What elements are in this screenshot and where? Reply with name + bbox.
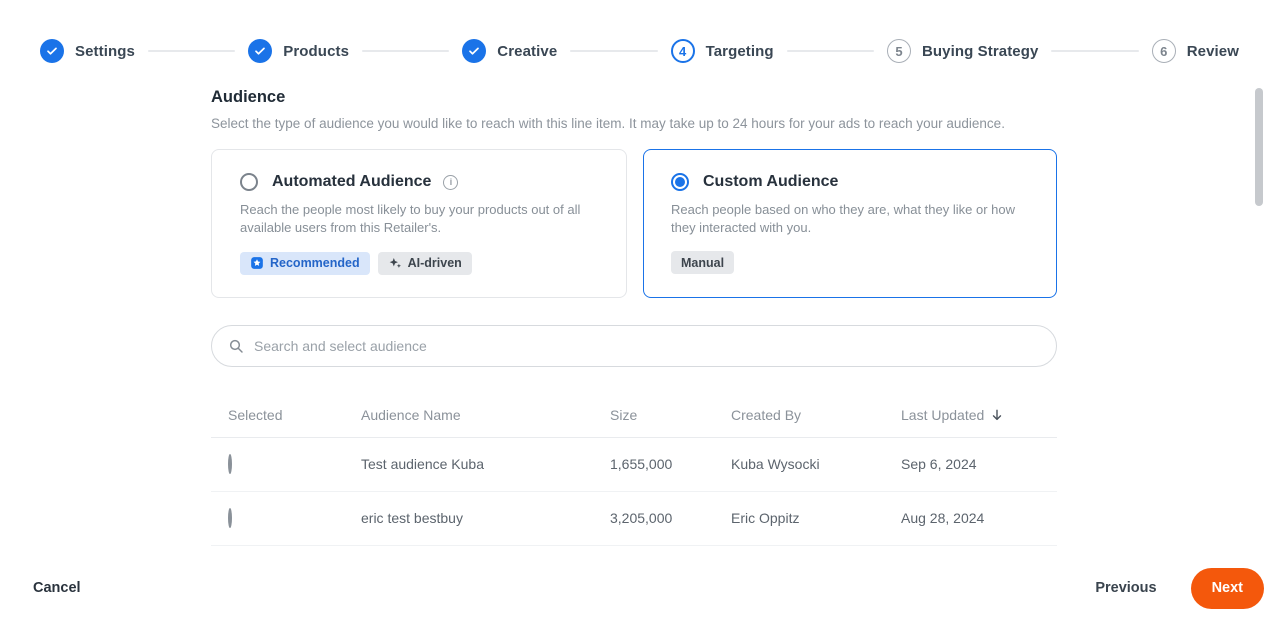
badge-label: Recommended: [270, 256, 360, 271]
vertical-scrollbar[interactable]: [1255, 88, 1263, 206]
step-complete-circle: [40, 39, 64, 63]
step-complete-circle: [462, 39, 487, 63]
column-header-name: Audience Name: [361, 406, 461, 423]
card-description: Reach the people most likely to buy your…: [240, 202, 581, 236]
row-select-radio[interactable]: [228, 454, 232, 475]
table-row[interactable]: eric test bestbuy 3,205,000 Eric Oppitz …: [211, 492, 1057, 546]
step-label: Creative: [497, 42, 558, 60]
step-current-circle: 4: [670, 39, 695, 63]
last-updated-cell: Aug 28, 2024: [901, 510, 985, 527]
column-header-last-updated[interactable]: Last Updated: [901, 407, 1057, 423]
step-upcoming-circle: 6: [1151, 39, 1176, 63]
ai-driven-badge: AI-driven: [377, 251, 472, 275]
step-label: Review: [1186, 42, 1240, 60]
column-header-selected: Selected: [228, 406, 283, 423]
card-title: Automated Audience: [272, 173, 432, 190]
created-by-cell: Kuba Wysocki: [731, 456, 820, 473]
step-connector: [570, 50, 658, 52]
audience-name-cell: eric test bestbuy: [361, 510, 463, 527]
table-row[interactable]: Test audience Kuba 1,655,000 Kuba Wysock…: [211, 438, 1057, 492]
column-header-created-by: Created By: [731, 406, 802, 423]
audience-type-cards: Automated Audience i Reach the people mo…: [211, 149, 1057, 298]
step-label: Settings: [75, 42, 135, 60]
step-connector: [147, 50, 236, 52]
card-title: Custom Audience: [703, 172, 839, 190]
badge-label: AI-driven: [407, 256, 462, 271]
step-products[interactable]: Products: [248, 39, 349, 63]
previous-button[interactable]: Previous: [1095, 580, 1156, 596]
step-connector: [786, 50, 874, 52]
size-cell: 1,655,000: [610, 456, 673, 473]
next-button[interactable]: Next: [1190, 567, 1264, 609]
automated-audience-radio[interactable]: [240, 173, 258, 191]
check-icon: [469, 47, 480, 55]
search-input[interactable]: [254, 337, 1040, 354]
step-review[interactable]: 6 Review: [1151, 39, 1240, 63]
column-header-size: Size: [610, 406, 638, 423]
recommended-icon: [251, 257, 263, 270]
step-label: Buying Strategy: [921, 42, 1039, 60]
audience-table: Selected Audience Name Size Created By L…: [211, 393, 1057, 546]
custom-audience-radio[interactable]: [671, 172, 689, 191]
table-header-row: Selected Audience Name Size Created By L…: [211, 393, 1057, 438]
search-icon: [229, 339, 243, 353]
recommended-badge: Recommended: [240, 251, 370, 275]
audience-section: Audience Select the type of audience you…: [211, 88, 1057, 546]
size-cell: 3,205,000: [610, 510, 673, 527]
automated-audience-card[interactable]: Automated Audience i Reach the people mo…: [211, 149, 627, 298]
info-icon[interactable]: i: [443, 174, 459, 190]
cancel-button[interactable]: Cancel: [33, 580, 81, 596]
ai-sparkle-icon: [389, 258, 401, 269]
step-connector: [1051, 50, 1139, 52]
last-updated-cell: Sep 6, 2024: [901, 456, 977, 473]
badge-label: Manual: [681, 255, 725, 270]
step-complete-circle: [248, 39, 273, 63]
audience-search: [211, 324, 1057, 367]
step-upcoming-circle: 5: [886, 39, 911, 63]
step-label: Products: [283, 42, 350, 60]
manual-badge: Manual: [671, 251, 735, 275]
step-targeting[interactable]: 4 Targeting: [670, 39, 774, 63]
audience-name-cell: Test audience Kuba: [361, 456, 484, 473]
row-select-radio[interactable]: [228, 508, 232, 529]
check-icon: [47, 47, 57, 55]
step-buying-strategy[interactable]: 5 Buying Strategy: [886, 39, 1039, 63]
wizard-stepper: Settings Products Creative 4 Targeting 5…: [0, 0, 1280, 63]
page-title: Audience: [211, 88, 286, 106]
wizard-footer: Cancel Previous Next: [0, 560, 1280, 622]
card-description: Reach people based on who they are, what…: [671, 201, 1015, 235]
step-creative[interactable]: Creative: [462, 39, 557, 63]
step-connector: [362, 50, 450, 52]
page-subtitle: Select the type of audience you would li…: [211, 116, 1005, 131]
created-by-cell: Eric Oppitz: [731, 510, 800, 527]
custom-audience-card[interactable]: Custom Audience Reach people based on wh…: [642, 149, 1057, 298]
check-icon: [255, 47, 266, 55]
step-settings[interactable]: Settings: [40, 39, 135, 63]
sort-desc-icon: [993, 409, 1002, 420]
step-label: Targeting: [705, 42, 774, 60]
